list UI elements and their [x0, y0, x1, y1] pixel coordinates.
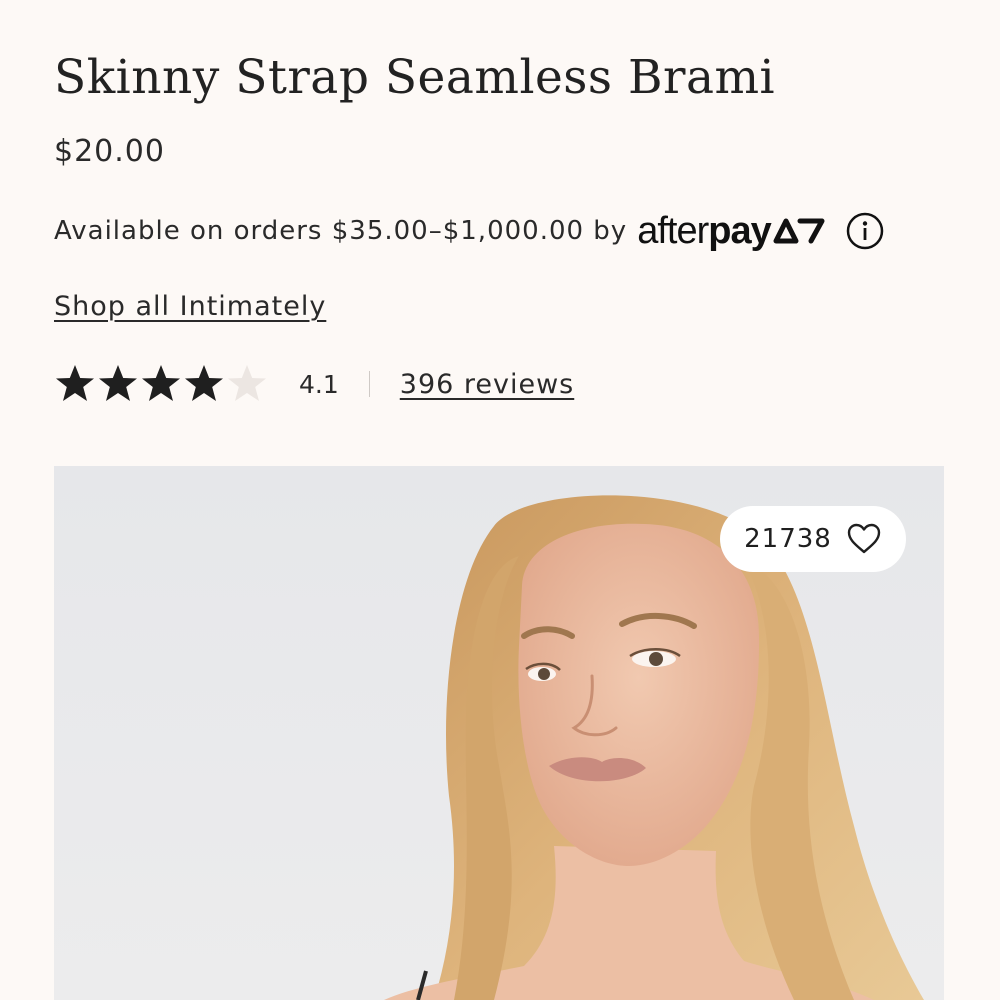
afterpay-banner: Available on orders $35.00–$1,000.00 by … [54, 208, 885, 254]
rating-divider [368, 371, 370, 397]
product-price: $20.00 [54, 134, 165, 169]
star-filled-icon [56, 365, 94, 401]
rating-row: 4.1 396 reviews [54, 362, 574, 406]
afterpay-logo-bold: pay [708, 210, 771, 252]
reviews-link[interactable]: 396 reviews [400, 369, 574, 400]
afterpay-text: Available on orders $35.00–$1,000.00 by [54, 216, 628, 246]
like-count: 21738 [744, 524, 832, 554]
heart-outline-icon [846, 521, 882, 557]
product-page: Skinny Strap Seamless Brami $20.00 Avail… [0, 0, 1000, 1000]
star-filled-icon [185, 365, 223, 401]
star-filled-icon [142, 365, 180, 401]
star-rating[interactable] [54, 363, 269, 405]
like-button[interactable]: 21738 [720, 506, 906, 572]
afterpay-mark-icon [773, 215, 825, 247]
shop-all-link[interactable]: Shop all Intimately [54, 291, 326, 322]
product-title: Skinny Strap Seamless Brami [54, 50, 776, 105]
info-circle-icon[interactable] [845, 211, 885, 251]
afterpay-logo: afterpay [637, 210, 772, 252]
star-empty-icon [228, 365, 266, 401]
rating-value: 4.1 [299, 369, 339, 399]
afterpay-logo-light: after [637, 210, 709, 252]
star-filled-icon [99, 365, 137, 401]
